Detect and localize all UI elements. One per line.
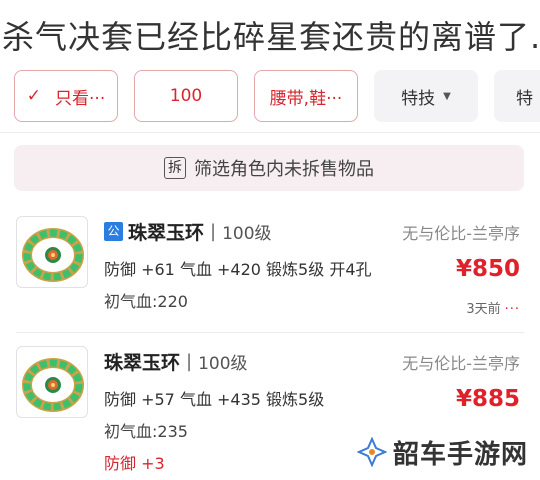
- filter-chip-label: 只看···: [55, 88, 106, 109]
- caret-down-icon: ▼: [443, 90, 451, 102]
- item-level: 100级: [222, 224, 272, 244]
- filter-chip-only-show[interactable]: ✓ 只看···: [14, 70, 118, 122]
- headline-text: 杀气决套已经比碎星套还贵的离谱了...: [2, 18, 540, 56]
- more-dots-icon[interactable]: ···: [505, 302, 520, 317]
- listing-time: 3天前 ···: [466, 298, 520, 317]
- item-thumbnail: [16, 346, 88, 418]
- watermark-text: 韶车手游网: [392, 439, 528, 470]
- jade-ring-icon: [22, 228, 84, 282]
- item-name: 珠翠玉环: [128, 222, 205, 244]
- check-icon: ✓: [26, 86, 42, 106]
- filter-chip-label: 100: [169, 86, 203, 106]
- filter-chip-special-skill[interactable]: 特技 ▼: [374, 70, 478, 122]
- filter-chip-label: 特: [516, 88, 533, 109]
- unsold-filter-banner[interactable]: 拆 筛选角色内未拆售物品: [14, 145, 524, 191]
- item-level: 100级: [198, 354, 248, 374]
- dismantle-icon: 拆: [164, 157, 186, 179]
- item-price: ¥885: [455, 386, 520, 412]
- item-name: 珠翠玉环: [104, 352, 181, 374]
- banner-text: 筛选角色内未拆售物品: [194, 159, 374, 180]
- filter-chip-label: 特技: [401, 88, 436, 109]
- item-name-row: 珠翠玉环 | 100级: [104, 348, 248, 375]
- jade-ring-icon: [22, 358, 84, 412]
- initial-hp: 初气血:220: [104, 292, 188, 311]
- item-name-row: 公 珠翠玉环 | 100级: [104, 218, 272, 245]
- filter-bar: ✓ 只看··· 100 腰带,鞋··· 特技 ▼ 特: [0, 70, 540, 124]
- watermark-logo-icon: [356, 437, 387, 467]
- filter-chip-special-effect[interactable]: 特: [494, 70, 540, 122]
- initial-hp: 初气血:235: [104, 422, 188, 441]
- item-thumbnail: [16, 216, 88, 288]
- divider: [0, 132, 540, 133]
- filter-chip-equipment-type[interactable]: 腰带,鞋···: [254, 70, 358, 122]
- filter-chip-label: 腰带,鞋···: [269, 88, 343, 109]
- item-price: ¥850: [455, 256, 520, 282]
- filter-chip-level[interactable]: 100: [134, 70, 238, 122]
- extra-defense: 防御 +3: [104, 454, 165, 473]
- divider: [16, 332, 524, 333]
- site-watermark: 韶车手游网: [348, 432, 536, 472]
- listing-item[interactable]: 公 珠翠玉环 | 100级 无与伦比-兰亭序 防御 +61 气血 +420 锻炼…: [0, 206, 540, 330]
- public-badge: 公: [104, 222, 123, 241]
- server-name: 无与伦比-兰亭序: [402, 224, 520, 243]
- separator: |: [210, 221, 217, 242]
- server-name: 无与伦比-兰亭序: [402, 354, 520, 373]
- separator: |: [186, 351, 193, 372]
- item-stats: 防御 +57 气血 +435 锻炼5级: [104, 390, 325, 409]
- item-stats: 防御 +61 气血 +420 锻炼5级 开4孔: [104, 260, 372, 279]
- listing-time-label: 3天前: [466, 302, 501, 317]
